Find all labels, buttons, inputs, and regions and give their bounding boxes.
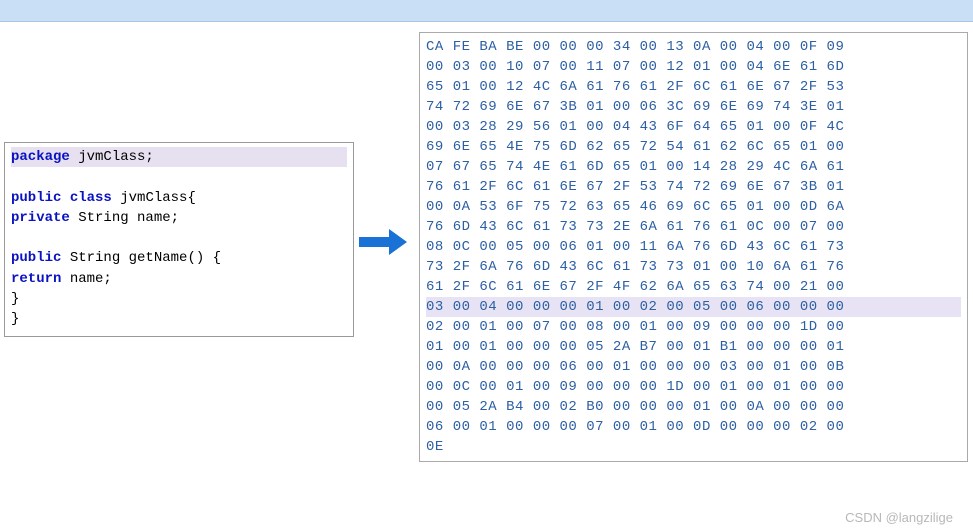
keyword-private: private (11, 210, 70, 226)
hex-line: 00 03 00 10 07 00 11 07 00 12 01 00 04 6… (426, 57, 961, 77)
hex-line: 74 72 69 6E 67 3B 01 00 06 3C 69 6E 69 7… (426, 97, 961, 117)
header-strip (0, 0, 973, 22)
hex-line: 00 0A 00 00 00 06 00 01 00 00 00 03 00 0… (426, 357, 961, 377)
hex-line: 02 00 01 00 07 00 08 00 01 00 09 00 00 0… (426, 317, 961, 337)
code-line: package jvmClass; (11, 147, 347, 167)
arrow-wrapper (354, 232, 414, 252)
hex-line: CA FE BA BE 00 00 00 34 00 13 0A 00 04 0… (426, 37, 961, 57)
hex-line: 61 2F 6C 61 6E 67 2F 4F 62 6A 65 63 74 0… (426, 277, 961, 297)
code-line: return name; (11, 269, 347, 289)
hex-line: 73 2F 6A 76 6D 43 6C 61 73 73 01 00 10 6… (426, 257, 961, 277)
hex-line: 06 00 01 00 00 00 07 00 01 00 0D 00 00 0… (426, 417, 961, 437)
source-code-panel: package jvmClass; public class jvmClass{… (4, 142, 354, 337)
hex-line: 07 67 65 74 4E 61 6D 65 01 00 14 28 29 4… (426, 157, 961, 177)
hex-line: 69 6E 65 4E 75 6D 62 65 72 54 61 62 6C 6… (426, 137, 961, 157)
hex-line: 65 01 00 12 4C 6A 61 76 61 2F 6C 61 6E 6… (426, 77, 961, 97)
code-blank (11, 228, 347, 248)
watermark: CSDN @langzilige (845, 510, 953, 525)
hex-line: 00 0A 53 6F 75 72 63 65 46 69 6C 65 01 0… (426, 197, 961, 217)
hex-line: 76 61 2F 6C 61 6E 67 2F 53 74 72 69 6E 6… (426, 177, 961, 197)
hex-dump-panel: CA FE BA BE 00 00 00 34 00 13 0A 00 04 0… (419, 32, 968, 462)
main-content: package jvmClass; public class jvmClass{… (0, 22, 973, 462)
hex-line: 76 6D 43 6C 61 73 73 2E 6A 61 76 61 0C 0… (426, 217, 961, 237)
keyword-public: public (11, 250, 61, 266)
hex-line: 03 00 04 00 00 00 01 00 02 00 05 00 06 0… (426, 297, 961, 317)
hex-line: 08 0C 00 05 00 06 01 00 11 6A 76 6D 43 6… (426, 237, 961, 257)
code-line: } (11, 289, 347, 309)
code-line: public class jvmClass{ (11, 188, 347, 208)
keyword-public: public (11, 190, 61, 206)
hex-line: 00 0C 00 01 00 09 00 00 00 1D 00 01 00 0… (426, 377, 961, 397)
hex-line: 00 05 2A B4 00 02 B0 00 00 00 01 00 0A 0… (426, 397, 961, 417)
code-line: public String getName() { (11, 248, 347, 268)
hex-line: 0E (426, 437, 961, 457)
keyword-return: return (11, 271, 61, 287)
code-blank (11, 167, 347, 187)
keyword-package: package (11, 149, 70, 165)
keyword-class: class (61, 190, 111, 206)
code-line: private String name; (11, 208, 347, 228)
hex-line: 01 00 01 00 00 00 05 2A B7 00 01 B1 00 0… (426, 337, 961, 357)
arrow-right-icon (359, 232, 409, 252)
hex-line: 00 03 28 29 56 01 00 04 43 6F 64 65 01 0… (426, 117, 961, 137)
code-line: } (11, 309, 347, 329)
